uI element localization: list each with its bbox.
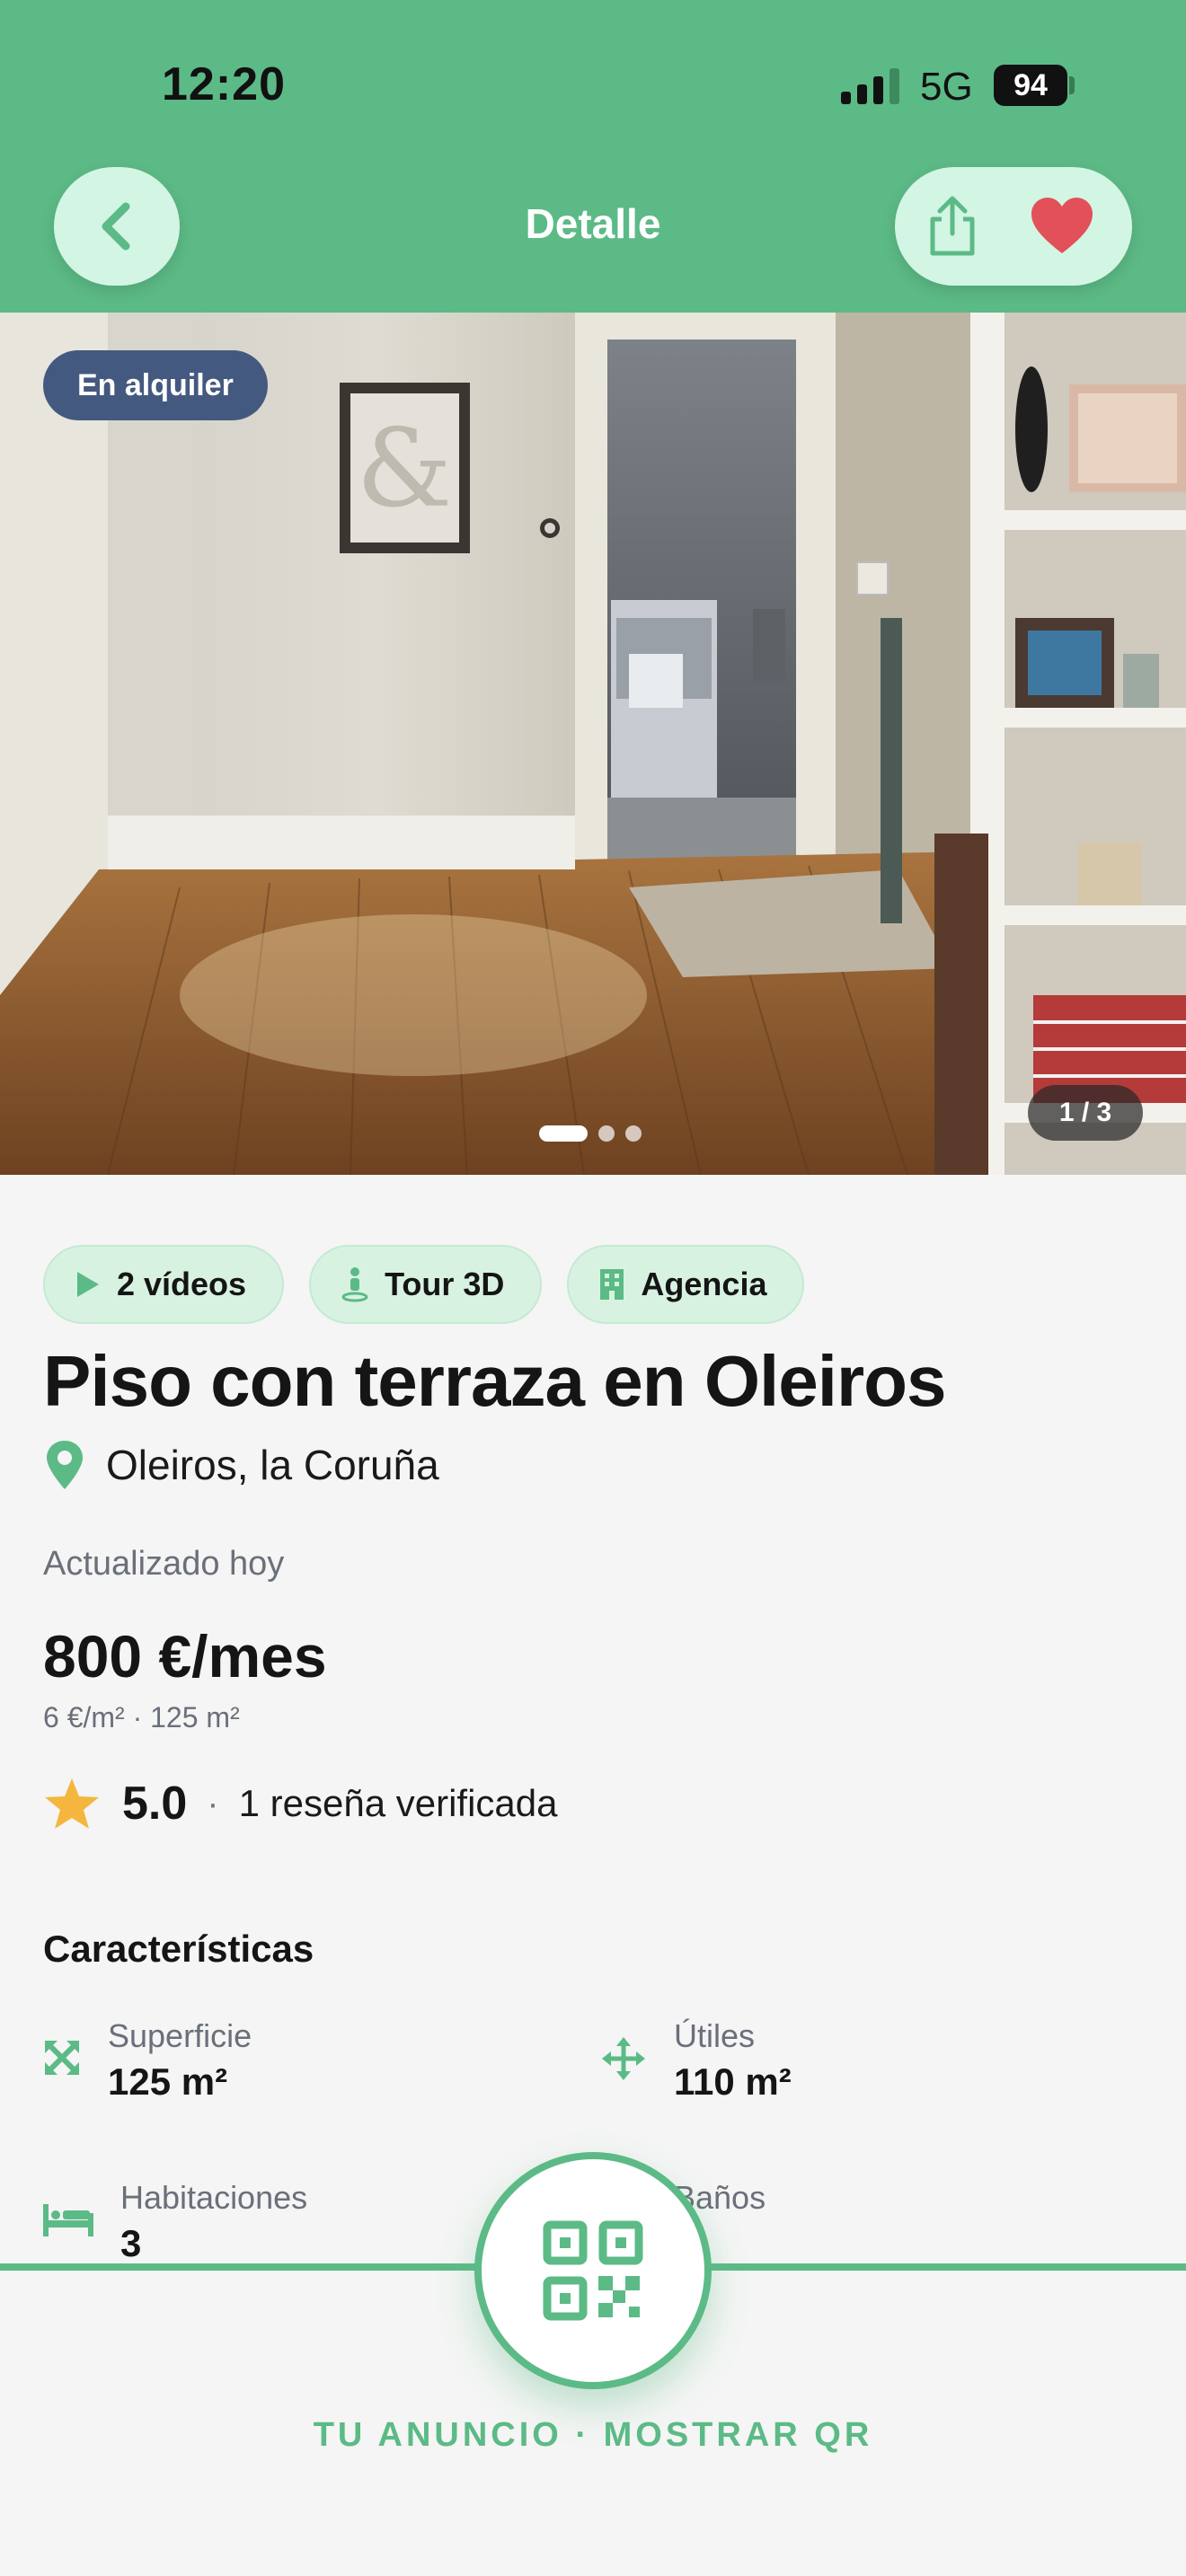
listing-location[interactable]: Oleiros, la Coruña [43, 1439, 439, 1491]
feature-label: Útiles [674, 2017, 756, 2054]
pagination-dot[interactable] [598, 1125, 615, 1142]
expand-arrows-icon [45, 2041, 79, 2075]
chip-videos[interactable]: 2 vídeos [43, 1245, 285, 1324]
updated-label: Actualizado hoy [43, 1545, 285, 1583]
location-text: Oleiros, la Coruña [106, 1442, 439, 1488]
chip-label: Tour 3D [385, 1266, 505, 1302]
heart-icon[interactable] [1030, 196, 1094, 257]
chevron-left-icon [102, 202, 130, 251]
play-icon [77, 1272, 99, 1297]
status-badge: En alquiler [43, 350, 268, 420]
star-icon [45, 1778, 99, 1829]
feature-value: 110 m² [674, 2060, 792, 2103]
share-icon[interactable] [924, 194, 981, 259]
back-button[interactable] [54, 167, 180, 286]
rating[interactable]: 5.0 · 1 reseña verificada [43, 1777, 558, 1831]
features-title: Características [43, 1928, 314, 1970]
feature-label: Habitaciones [120, 2179, 308, 2216]
reviews-link[interactable]: 1 reseña verificada [239, 1782, 558, 1825]
bed-icon [43, 2204, 93, 2236]
chip-agency[interactable]: Agencia [567, 1245, 805, 1324]
qr-label[interactable]: TU ANUNCIO · MOSTRAR QR [0, 2416, 1186, 2455]
building-icon [600, 1269, 624, 1300]
listing-photo[interactable]: & [0, 313, 1186, 1175]
qr-button[interactable] [474, 2152, 712, 2389]
room-image: & [0, 313, 1186, 1175]
qr-code-icon [543, 2220, 643, 2321]
feature-label: Superficie [108, 2017, 252, 2054]
rating-value: 5.0 [122, 1778, 188, 1830]
battery-indicator: 94 [994, 65, 1067, 106]
battery-tip [1069, 76, 1075, 94]
chip-label: Agencia [641, 1266, 767, 1302]
top-bar: 12:20 5G 94 Detalle [0, 0, 1186, 313]
pagination-dot-active[interactable] [539, 1125, 588, 1142]
network-type: 5G [920, 65, 973, 109]
move-arrows-icon [602, 2037, 645, 2080]
status-time: 12:20 [162, 58, 286, 110]
svg-text:&: & [357, 407, 453, 532]
pagination-dot[interactable] [625, 1125, 642, 1142]
price: 800 €/mes [43, 1623, 327, 1689]
person-pin-icon [341, 1267, 368, 1302]
feature-useful: Útiles 110 m² [674, 2017, 792, 2104]
listing-title: Piso con terraza en Oleiros [43, 1341, 946, 1421]
feature-chips: 2 vídeos Tour 3D Agencia [43, 1245, 805, 1324]
signal-icon [841, 68, 899, 104]
feature-value: 125 m² [108, 2060, 228, 2103]
chip-tour-3d[interactable]: Tour 3D [309, 1245, 543, 1324]
chip-label: 2 vídeos [117, 1266, 247, 1302]
price-details: 6 €/m² · 125 m² [43, 1701, 240, 1734]
gallery-pagination[interactable] [539, 1125, 642, 1142]
page-title: Detalle [525, 200, 661, 247]
feature-value: 3 [120, 2222, 142, 2264]
feature-rooms: Habitaciones 3 [120, 2179, 307, 2265]
map-pin-icon [47, 1441, 83, 1489]
rating-separator: · [207, 1783, 219, 1823]
feature-surface: Superficie 125 m² [108, 2017, 252, 2104]
photo-counter: 1 / 3 [1028, 1085, 1143, 1141]
header-actions [895, 167, 1132, 286]
